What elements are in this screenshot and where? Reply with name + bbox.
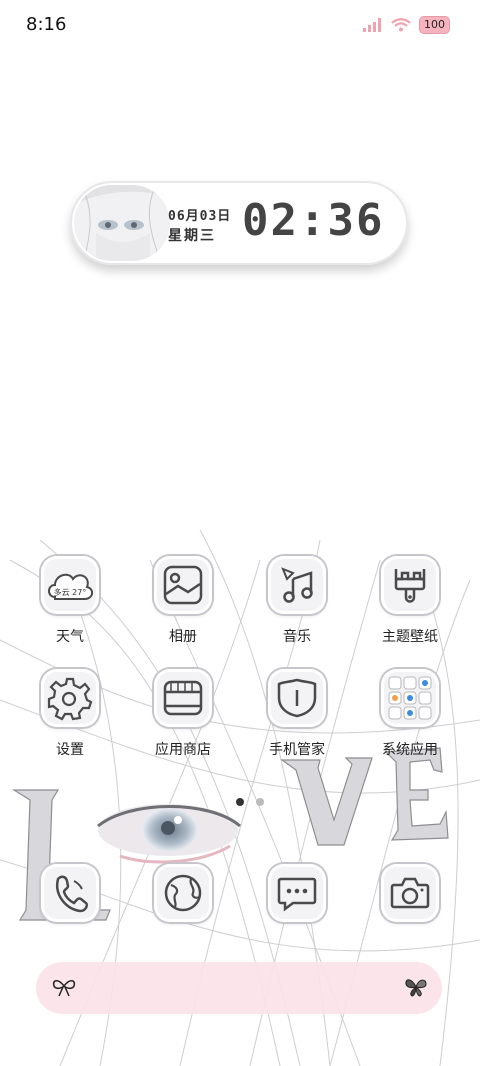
wifi-icon <box>391 18 411 32</box>
browser-globe-icon <box>154 864 212 922</box>
store-icon <box>154 669 212 727</box>
app-label: 设置 <box>56 742 84 758</box>
weather-icon: 多云 27° <box>41 556 99 614</box>
butterfly-icon <box>405 979 427 997</box>
status-icons: 100 <box>363 16 450 34</box>
app-label: 手机管家 <box>269 742 325 758</box>
battery-level: 100 <box>419 16 450 34</box>
app-store[interactable]: 应用商店 <box>133 669 233 759</box>
status-time: 8:16 <box>26 14 67 35</box>
dock-messages[interactable] <box>247 864 347 922</box>
app-settings[interactable]: 设置 <box>20 669 120 759</box>
app-label: 天气 <box>56 629 84 645</box>
app-system-folder[interactable]: 系统应用 <box>360 669 460 759</box>
phone-icon <box>41 864 99 922</box>
page-dot-active <box>236 798 244 806</box>
app-gallery[interactable]: 相册 <box>133 556 233 646</box>
music-icon <box>268 556 326 614</box>
folder-icon <box>381 669 439 727</box>
dock-browser[interactable] <box>133 864 233 922</box>
settings-gear-icon <box>41 669 99 727</box>
app-weather[interactable]: 多云 27° 天气 <box>20 556 120 646</box>
app-label: 系统应用 <box>382 742 438 758</box>
gallery-icon <box>154 556 212 614</box>
app-label: 相册 <box>169 629 197 645</box>
bow-icon <box>52 980 76 997</box>
shield-icon <box>268 669 326 727</box>
app-label: 应用商店 <box>155 742 211 758</box>
weather-text: 多云 27° <box>54 587 87 597</box>
widget-time: 02:36 <box>242 195 385 246</box>
status-bar: 8:16 100 <box>0 0 480 52</box>
app-label: 主题壁纸 <box>382 629 438 645</box>
app-label: 音乐 <box>283 629 311 645</box>
messages-icon <box>268 864 326 922</box>
app-phone-manager[interactable]: 手机管家 <box>247 669 347 759</box>
widget-weekday: 星期三 <box>168 228 216 244</box>
clock-widget[interactable]: 06月03日 星期三 02:36 <box>70 181 408 265</box>
page-indicator <box>236 798 264 806</box>
widget-avatar-image <box>74 185 170 261</box>
search-bar[interactable] <box>36 962 442 1014</box>
page-dot <box>256 798 264 806</box>
theme-brush-icon <box>381 556 439 614</box>
dock-phone[interactable] <box>20 864 120 922</box>
widget-date: 06月03日 <box>168 209 232 224</box>
app-music[interactable]: 音乐 <box>247 556 347 646</box>
app-theme[interactable]: 主题壁纸 <box>360 556 460 646</box>
camera-icon <box>381 864 439 922</box>
dock-camera[interactable] <box>360 864 460 922</box>
signal-icon <box>363 18 381 32</box>
